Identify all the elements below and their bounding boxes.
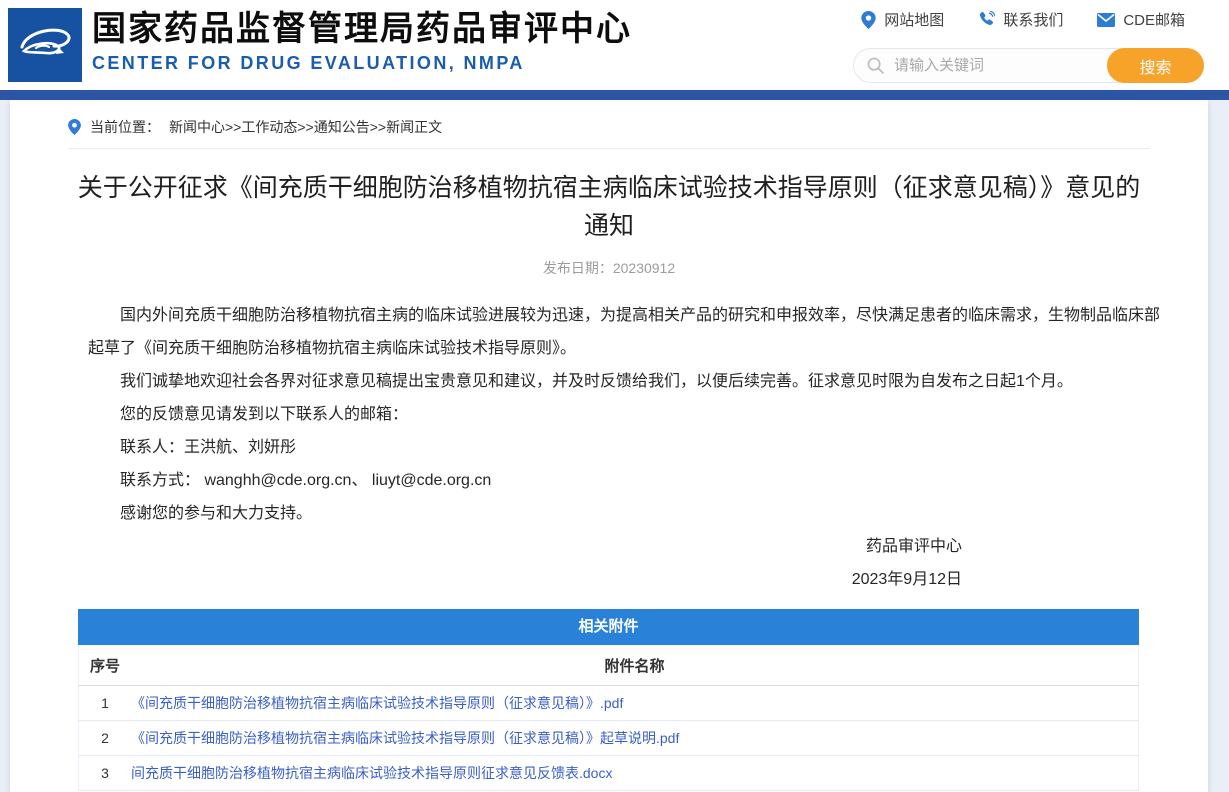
attachment-link-pdf-guideline[interactable]: 《间充质干细胞防治移植物抗宿主病临床试验技术指导原则（征求意见稿）》.pdf [131, 695, 623, 711]
sitemap-label: 网站地图 [884, 12, 945, 29]
header-divider-bar [0, 90, 1229, 100]
sitemap-link[interactable]: 网站地图 [861, 9, 944, 30]
site-brand: 国家药品监督管理局药品审评中心 CENTER FOR DRUG EVALUATI… [92, 9, 632, 74]
site-title-cn: 国家药品监督管理局药品审评中心 [92, 10, 632, 48]
breadcrumb: 当前位置： 新闻中心 >> 工作动态 >> 通知公告 >> 新闻正文 [10, 100, 1208, 137]
cde-logo [8, 8, 82, 82]
breadcrumb-item-news-center[interactable]: 新闻中心 [169, 117, 225, 137]
breadcrumb-item-work-dynamics[interactable]: 工作动态 [241, 117, 297, 137]
article-paragraph: 国内外间充质干细胞防治移植物抗宿主病的临床试验进展较为迅速，为提高相关产品的研究… [88, 307, 1161, 357]
signature-org: 药品审评中心 [865, 538, 962, 555]
attachment-index: 1 [101, 695, 109, 711]
cde-mail-link[interactable]: CDE邮箱 [1097, 9, 1185, 30]
article-body: 国内外间充质干细胞防治移植物抗宿主病的临床试验进展较为迅速，为提高相关产品的研究… [88, 299, 1160, 596]
attachment-index: 2 [101, 730, 109, 746]
attachments-table: 相关附件 序号 附件名称 1 《间充质干细胞防治移植物抗宿主病临床试验技术指导原… [78, 609, 1139, 791]
header-quick-links: 网站地图 联系我们 CDE邮箱 [861, 9, 1185, 30]
table-row: 2 《间充质干细胞防治移植物抗宿主病临床试验技术指导原则（征求意见稿）》起草说明… [78, 721, 1139, 756]
attachment-index: 3 [101, 765, 109, 781]
breadcrumb-prefix: 当前位置： [90, 119, 160, 135]
cde-mail-label: CDE邮箱 [1123, 12, 1185, 29]
article-paragraph-emails: 联系方式： wanghh@cde.org.cn、 liuyt@cde.org.c… [120, 472, 492, 489]
search-bar: 搜索 [853, 48, 1204, 83]
breadcrumb-item-notices[interactable]: 通知公告 [314, 117, 370, 137]
attachments-column-headers: 序号 附件名称 [78, 645, 1139, 686]
article-signature: 药品审评中心 2023年9月12日 [88, 530, 1160, 596]
breadcrumb-separator: >> [369, 119, 387, 135]
column-header-name: 附件名称 [604, 657, 665, 675]
location-pin-icon [861, 10, 876, 29]
envelope-icon [1097, 12, 1116, 27]
site-header: 国家药品监督管理局药品审评中心 CENTER FOR DRUG EVALUATI… [0, 0, 1229, 90]
breadcrumb-divider [68, 148, 1150, 149]
column-header-index: 序号 [89, 657, 120, 675]
site-title-en: CENTER FOR DRUG EVALUATION, NMPA [92, 53, 525, 73]
article-title: 关于公开征求《间充质干细胞防治移植物抗宿主病临床试验技术指导原则（征求意见稿）》… [77, 174, 1141, 240]
publish-date: 发布日期：20230912 [542, 260, 676, 276]
search-button[interactable]: 搜索 [1107, 48, 1204, 83]
main-content-card: 当前位置： 新闻中心 >> 工作动态 >> 通知公告 >> 新闻正文 关于公开征… [10, 100, 1208, 792]
article-paragraph: 感谢您的参与和大力支持。 [120, 505, 313, 522]
article-paragraph: 我们诚挚地欢迎社会各界对征求意见稿提出宝贵意见和建议，并及时反馈给我们，以便后续… [120, 373, 1073, 390]
cde-logo-icon [20, 28, 71, 55]
attachments-title: 相关附件 [78, 609, 1139, 645]
attachment-link-pdf-drafting-notes[interactable]: 《间充质干细胞防治移植物抗宿主病临床试验技术指导原则（征求意见稿）》起草说明.p… [131, 730, 679, 746]
table-row: 1 《间充质干细胞防治移植物抗宿主病临床试验技术指导原则（征求意见稿）》.pdf [78, 686, 1139, 721]
search-icon [867, 57, 884, 74]
phone-icon [980, 11, 996, 26]
breadcrumb-separator: >> [297, 119, 314, 135]
table-row: 3 间充质干细胞防治移植物抗宿主病临床试验技术指导原则征求意见反馈表.docx [78, 756, 1139, 791]
article-paragraph: 您的反馈意见请发到以下联系人的邮箱： [120, 406, 409, 423]
breadcrumb-separator: >> [225, 119, 242, 135]
signature-date: 2023年9月12日 [851, 571, 962, 588]
attachment-link-docx-feedback-form[interactable]: 间充质干细胞防治移植物抗宿主病临床试验技术指导原则征求意见反馈表.docx [131, 765, 612, 781]
article-paragraph-contacts: 联系人：王洪航、刘妍彤 [120, 439, 297, 456]
contact-us-link[interactable]: 联系我们 [978, 9, 1063, 30]
search-input[interactable] [892, 56, 1092, 75]
contact-us-label: 联系我们 [1003, 12, 1064, 29]
breadcrumb-pin-icon [68, 119, 81, 135]
breadcrumb-item-article[interactable]: 新闻正文 [386, 117, 442, 137]
